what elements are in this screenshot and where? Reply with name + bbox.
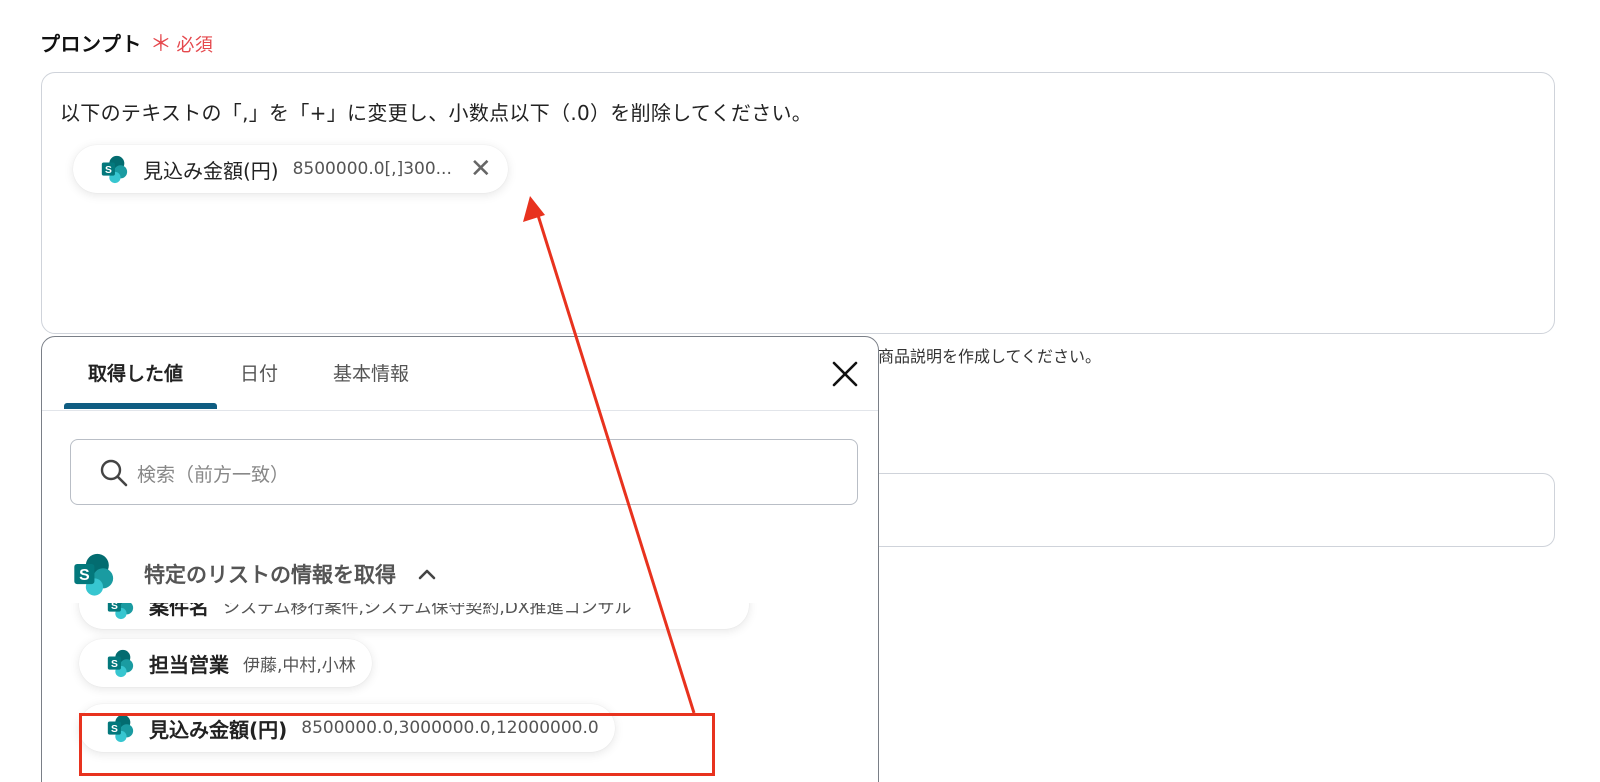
picker-tabs: 取得した値 日付 基本情報 [42,337,878,411]
svg-text:S: S [111,659,118,670]
list-item-value: システム移行案件,システム保守契約,DX推進コンサル [223,603,632,618]
svg-text:S: S [105,165,112,176]
active-tab-indicator [64,403,217,409]
list-item[interactable]: S 案件名 システム移行案件,システム保守契約,DX推進コンサル [79,603,749,629]
search-placeholder: 検索（前方一致） [137,464,290,486]
tab-acquired-values[interactable]: 取得した値 [88,359,183,386]
close-icon[interactable] [828,357,862,391]
next-input-field[interactable] [820,473,1555,547]
chip-value: 8500000.0[,]300... [292,159,452,179]
chevron-up-icon [418,569,436,580]
list-item-value: 伊藤,中村,小林 [243,655,356,676]
chip-remove-icon[interactable]: ✕ [470,156,492,182]
required-text: 必須 [176,35,214,56]
field-label-text: プロンプト [40,32,142,56]
sharepoint-icon: S [107,649,134,678]
annotation-highlight-box [79,713,715,776]
required-star: ＊ [149,32,173,57]
sharepoint-icon: S [101,155,128,184]
field-label: プロンプト ＊必須 [40,26,213,58]
group-header[interactable]: S 特定のリストの情報を取得 [70,549,438,599]
list-item-name: 担当営業 [149,652,229,677]
svg-text:S: S [79,567,90,584]
group-title: 特定のリストの情報を取得 [144,563,396,587]
sharepoint-icon: S [107,603,134,620]
tab-basic-info[interactable]: 基本情報 [333,359,409,386]
prompt-textarea[interactable]: 以下のテキストの「,」を「+」に変更し、小数点以下（.0）を削除してください。 … [41,72,1555,334]
inserted-variable-chip[interactable]: S 見込み金額(円) 8500000.0[,]300... ✕ [73,145,508,193]
field-hint: 商品説明を作成してください。 [878,347,1102,366]
list-item-name: 案件名 [149,603,209,619]
search-icon [100,459,128,487]
prompt-text: 以下のテキストの「,」を「+」に変更し、小数点以下（.0）を削除してください。 [60,101,813,125]
sharepoint-icon: S [74,553,114,596]
list-item[interactable]: S 担当営業 伊藤,中村,小林 [79,639,372,687]
search-input[interactable]: 検索（前方一致） [70,439,858,505]
tab-date[interactable]: 日付 [240,359,278,386]
chip-name: 見込み金額(円) [143,158,279,183]
svg-text:S: S [111,603,118,612]
